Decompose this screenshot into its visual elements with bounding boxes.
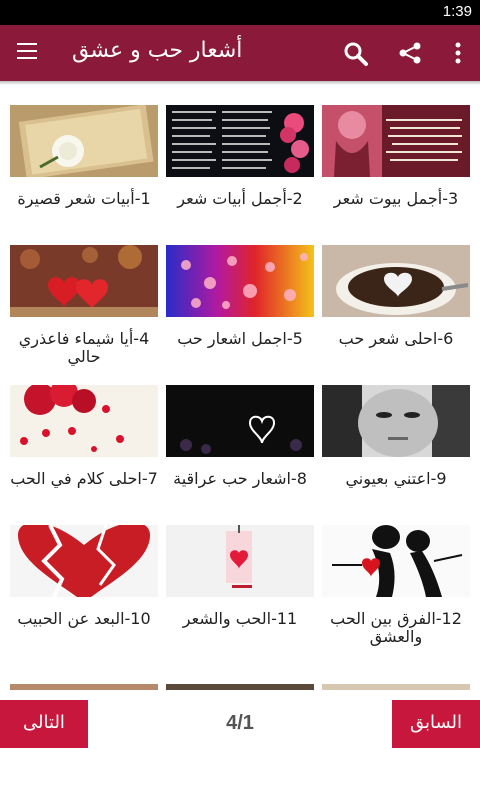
poem-card-5[interactable]: 5-اجمل اشعار حب — [166, 245, 314, 375]
poem-card-title: 2-أجمل أبيات شعر — [177, 189, 303, 208]
poem-card-4[interactable]: 4-أيا شيماء فاعذري حالي — [10, 245, 158, 375]
poem-card-1[interactable]: 1-أبيات شعر قصيرة — [10, 105, 158, 235]
app-bar: أشعار حب و عشق — [0, 25, 480, 81]
poem-card-title: 4-أيا شيماء فاعذري حالي — [18, 329, 150, 366]
poem-card-3[interactable]: 3-أجمل بيوت شعر — [322, 105, 470, 235]
share-icon[interactable] — [398, 41, 422, 65]
thumbnail-poem-text — [166, 105, 314, 177]
poem-card-9[interactable]: 9-اعتني بعيوني — [322, 385, 470, 515]
thumbnail-two-hearts — [10, 245, 158, 317]
poem-card-2[interactable]: 2-أجمل أبيات شعر — [166, 105, 314, 235]
poem-card-title: 12-الفرق بين الحب والعشق — [330, 609, 462, 646]
thumbnail-woman-eyes — [322, 385, 470, 457]
poem-card-title: 8-اشعار حب عراقية — [173, 469, 307, 488]
thumbnail-colorful-hearts — [166, 245, 314, 317]
pagination-bar: التالى 4/1 السابق — [0, 690, 480, 800]
thumbnail-light-heart — [166, 385, 314, 457]
poem-grid: 1-أبيات شعر قصيرة 2-أجمل أبيات شعر 3-أجم… — [0, 85, 480, 690]
poem-card-title: 10-البعد عن الحبيب — [17, 609, 151, 628]
page-indicator: 4/1 — [226, 712, 254, 734]
thumbnail-candle-heart — [166, 525, 314, 597]
poem-card-10[interactable]: 10-البعد عن الحبيب — [10, 525, 158, 655]
poem-card-title: 9-اعتني بعيوني — [345, 469, 447, 488]
thumbnail-rose-book — [10, 105, 158, 177]
poem-card-title: 5-اجمل اشعار حب — [177, 329, 303, 348]
status-time: 1:39 — [442, 3, 472, 20]
poem-card-8[interactable]: 8-اشعار حب عراقية — [166, 385, 314, 515]
poem-card-title: 1-أبيات شعر قصيرة — [17, 189, 151, 208]
thumbnail-coffee-heart — [322, 245, 470, 317]
previous-button[interactable]: السابق — [392, 700, 480, 748]
poem-card-12[interactable]: 12-الفرق بين الحب والعشق — [322, 525, 470, 655]
thumbnail-rose-petals — [10, 385, 158, 457]
thumbnail-broken-heart — [10, 525, 158, 597]
poem-card-title: 6-احلى شعر حب — [338, 329, 454, 348]
poem-card-title: 7-احلى كلام في الحب — [10, 469, 158, 488]
poem-card-6[interactable]: 6-احلى شعر حب — [322, 245, 470, 375]
next-button[interactable]: التالى — [0, 700, 88, 748]
status-bar: 1:39 — [0, 0, 480, 25]
poem-card-11[interactable]: 11-الحب والشعر — [166, 525, 314, 655]
thumbnail-girl-text — [322, 105, 470, 177]
thumbnail-couple-silhouette — [322, 525, 470, 597]
poem-card-7[interactable]: 7-احلى كلام في الحب — [10, 385, 158, 515]
search-icon[interactable] — [343, 41, 369, 67]
more-vert-icon[interactable] — [450, 41, 466, 65]
menu-icon[interactable] — [17, 43, 37, 59]
app-title: أشعار حب و عشق — [72, 38, 243, 63]
poem-card-title: 11-الحب والشعر — [182, 609, 298, 628]
poem-card-title: 3-أجمل بيوت شعر — [333, 189, 459, 208]
